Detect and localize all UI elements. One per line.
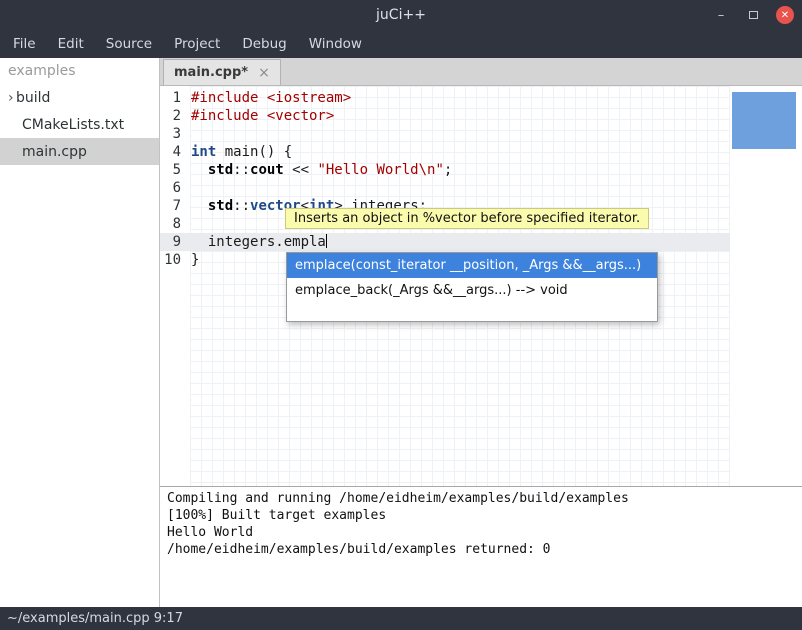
line-code: #include <iostream> bbox=[185, 89, 351, 107]
menu-item-window[interactable]: Window bbox=[298, 30, 373, 58]
text-cursor bbox=[326, 234, 327, 248]
restore-icon bbox=[749, 11, 758, 19]
menu-item-project[interactable]: Project bbox=[163, 30, 231, 58]
minimize-button[interactable]: – bbox=[712, 6, 730, 24]
code-lines: 1#include <iostream>2#include <vector>34… bbox=[160, 89, 730, 269]
menu-item-file[interactable]: File bbox=[2, 30, 47, 58]
console-line: Compiling and running /home/eidheim/exam… bbox=[167, 490, 802, 507]
tab-label: main.cpp* bbox=[174, 65, 248, 80]
line-code: integers.empla bbox=[185, 233, 327, 251]
line-number: 9 bbox=[160, 233, 185, 251]
line-number: 8 bbox=[160, 215, 185, 233]
sidebar-item-build[interactable]: ›build bbox=[0, 84, 159, 111]
line-number: 2 bbox=[160, 107, 185, 125]
line-code bbox=[185, 215, 191, 233]
tab-main-cpp[interactable]: main.cpp* × bbox=[163, 59, 281, 85]
line-number: 6 bbox=[160, 179, 185, 197]
console-line: [100%] Built target examples bbox=[167, 507, 802, 524]
console-line: /home/eidheim/examples/build/examples re… bbox=[167, 541, 802, 558]
code-line-1[interactable]: 1#include <iostream> bbox=[160, 89, 730, 107]
editor-scrollbar[interactable] bbox=[730, 86, 802, 486]
close-icon: ✕ bbox=[781, 10, 789, 21]
line-number: 4 bbox=[160, 143, 185, 161]
line-code bbox=[185, 179, 191, 197]
code-line-2[interactable]: 2#include <vector> bbox=[160, 107, 730, 125]
line-number: 7 bbox=[160, 197, 185, 215]
line-number: 10 bbox=[160, 251, 185, 269]
line-number: 3 bbox=[160, 125, 185, 143]
chevron-right-icon: › bbox=[0, 90, 14, 106]
file-tree-panel: examples ›build CMakeLists.txt main.cpp bbox=[0, 58, 160, 607]
code-line-9[interactable]: 9 integers.empla bbox=[160, 233, 730, 251]
file-tree: ›build CMakeLists.txt main.cpp bbox=[0, 84, 159, 165]
tab-close-icon[interactable]: × bbox=[258, 65, 270, 81]
status-text: ~/examples/main.cpp 9:17 bbox=[7, 611, 183, 626]
tab-bar: main.cpp* × bbox=[160, 58, 802, 86]
code-editor[interactable]: 1#include <iostream>2#include <vector>34… bbox=[160, 86, 802, 486]
title-bar[interactable]: juCi++ – ✕ bbox=[0, 0, 802, 30]
completion-item[interactable]: emplace_back(_Args &&__args...) --> void bbox=[287, 278, 657, 303]
sidebar-item-cmakelists-txt[interactable]: CMakeLists.txt bbox=[0, 111, 159, 138]
menu-bar: FileEditSourceProjectDebugWindow bbox=[0, 30, 802, 58]
console-line: Hello World bbox=[167, 524, 802, 541]
menu-item-source[interactable]: Source bbox=[95, 30, 163, 58]
window-title: juCi++ bbox=[376, 7, 426, 23]
menu-item-edit[interactable]: Edit bbox=[47, 30, 95, 58]
completion-item[interactable]: emplace(const_iterator __position, _Args… bbox=[287, 253, 657, 278]
menu-item-debug[interactable]: Debug bbox=[231, 30, 297, 58]
sidebar-item-main-cpp[interactable]: main.cpp bbox=[0, 138, 159, 165]
line-code: #include <vector> bbox=[185, 107, 334, 125]
line-code: std::cout << "Hello World\n"; bbox=[185, 161, 452, 179]
restore-button[interactable] bbox=[744, 6, 762, 24]
sidebar-item-label: CMakeLists.txt bbox=[0, 117, 124, 133]
line-code bbox=[185, 125, 191, 143]
code-line-3[interactable]: 3 bbox=[160, 125, 730, 143]
sidebar-item-label: main.cpp bbox=[0, 144, 87, 160]
status-bar: ~/examples/main.cpp 9:17 bbox=[0, 607, 802, 630]
editor-column: main.cpp* × 1#include <iostream>2#include… bbox=[160, 58, 802, 607]
file-tree-root-label: examples bbox=[0, 58, 159, 84]
code-line-5[interactable]: 5 std::cout << "Hello World\n"; bbox=[160, 161, 730, 179]
line-number: 5 bbox=[160, 161, 185, 179]
app-window: juCi++ – ✕ FileEditSourceProjectDebugWin… bbox=[0, 0, 802, 630]
sidebar-item-label: build bbox=[14, 90, 50, 106]
close-button[interactable]: ✕ bbox=[776, 6, 794, 24]
doc-tooltip: Inserts an object in %vector before spec… bbox=[285, 208, 649, 229]
window-controls: – ✕ bbox=[712, 0, 794, 30]
minimize-icon: – bbox=[718, 8, 725, 23]
line-number: 1 bbox=[160, 89, 185, 107]
code-line-6[interactable]: 6 bbox=[160, 179, 730, 197]
autocomplete-popup: emplace(const_iterator __position, _Args… bbox=[286, 252, 658, 322]
line-code: } bbox=[185, 251, 199, 269]
code-line-4[interactable]: 4int main() { bbox=[160, 143, 730, 161]
output-console: Compiling and running /home/eidheim/exam… bbox=[160, 486, 802, 607]
scrollbar-thumb[interactable] bbox=[732, 92, 796, 149]
line-code: int main() { bbox=[185, 143, 292, 161]
